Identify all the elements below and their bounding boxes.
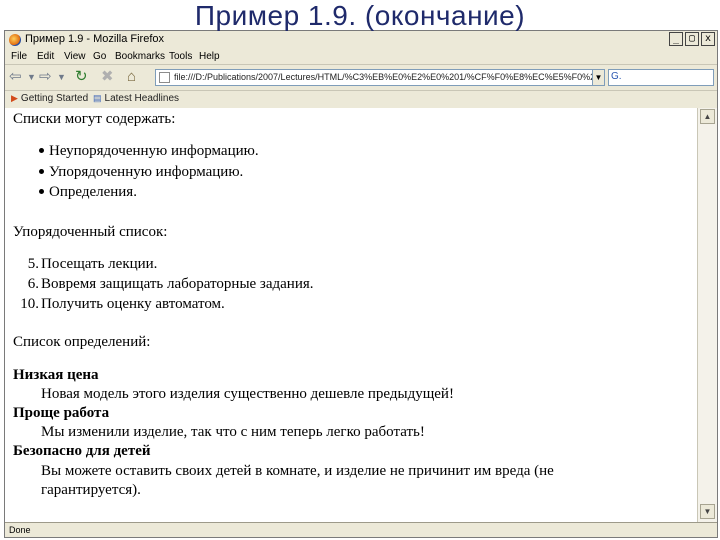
address-text: file:///D:/Publications/2007/Lectures/HT… — [174, 72, 593, 82]
back-icon[interactable]: ⇦ — [9, 68, 22, 86]
bullet-icon — [39, 169, 44, 174]
scroll-up-icon[interactable]: ▲ — [700, 109, 715, 124]
page-icon — [159, 72, 170, 83]
list-item: Получить оценку автоматом. — [41, 296, 225, 312]
menu-edit[interactable]: Edit — [37, 51, 54, 62]
forward-icon[interactable]: ⇨ — [39, 68, 52, 86]
bookmark-latest-headlines[interactable]: ▤ Latest Headlines — [93, 93, 179, 104]
definition-description: Мы изменили изделие, так что с ним тепер… — [41, 424, 425, 440]
status-text: Done — [9, 525, 31, 535]
minimize-button[interactable]: _ — [669, 32, 683, 46]
bullet-icon — [39, 189, 44, 194]
bullet-icon — [39, 148, 44, 153]
address-bar[interactable]: file:///D:/Publications/2007/Lectures/HT… — [155, 69, 593, 86]
scroll-down-icon[interactable]: ▼ — [700, 504, 715, 519]
menu-view[interactable]: View — [64, 51, 86, 62]
maximize-button[interactable]: ▢ — [685, 32, 699, 46]
bookmark-getting-started[interactable]: ▶ Getting Started — [11, 93, 88, 104]
vertical-scrollbar[interactable]: ▲ ▼ — [697, 108, 717, 522]
slide-title: Пример 1.9. (окончание) — [194, 0, 526, 31]
definition-term: Безопасно для детей — [13, 443, 151, 459]
rss-icon: ▤ — [93, 93, 102, 103]
list-item: Определения. — [13, 184, 313, 202]
list-item: Вовремя защищать лабораторные задания. — [41, 276, 314, 292]
home-icon[interactable]: ⌂ — [127, 68, 136, 86]
search-input[interactable]: G. — [608, 69, 714, 86]
bookmark-label: Getting Started — [20, 93, 89, 104]
intro-text: Списки могут содержать: — [13, 111, 176, 127]
definition-description: гарантируется). — [41, 482, 141, 498]
navigation-toolbar: ⇦ ▼ ⇨ ▼ ↻ ✖ ⌂ file:///D:/Publications/20… — [5, 64, 717, 91]
window-titlebar: Пример 1.9 - Mozilla Firefox _ ▢ x — [5, 31, 717, 49]
list-item: Упорядоченную информацию. — [13, 164, 313, 182]
back-dropdown-icon[interactable]: ▼ — [27, 68, 36, 86]
list-item: Неупорядоченную информацию. — [13, 143, 313, 161]
definition-term: Низкая цена — [13, 367, 99, 383]
bookmarks-toolbar: ▶ Getting Started ▤ Latest Headlines — [5, 90, 717, 109]
firefox-icon — [9, 34, 21, 46]
ordered-list-title: Упорядоченный список: — [13, 224, 168, 240]
address-dropdown-button[interactable]: ▼ — [592, 69, 605, 86]
menu-bar: File Edit View Go Bookmarks Tools Help — [5, 49, 717, 64]
bookmark-label: Latest Headlines — [104, 93, 180, 104]
definition-description: Вы можете оставить своих детей в комнате… — [41, 463, 554, 479]
status-bar: Done — [5, 522, 717, 537]
list-number: 10. — [20, 296, 39, 312]
menu-tools[interactable]: Tools — [169, 51, 192, 62]
list-item: Посещать лекции. — [41, 256, 158, 272]
stop-icon[interactable]: ✖ — [101, 68, 114, 86]
reload-icon[interactable]: ↻ — [75, 68, 88, 86]
menu-file[interactable]: File — [11, 51, 27, 62]
definition-list-title: Список определений: — [13, 334, 151, 350]
definition-term: Проще работа — [13, 405, 110, 421]
menu-help[interactable]: Help — [199, 51, 220, 62]
window-title: Пример 1.9 - Mozilla Firefox — [25, 33, 164, 45]
forward-dropdown-icon[interactable]: ▼ — [57, 68, 66, 86]
menu-go[interactable]: Go — [93, 51, 106, 62]
menu-bookmarks[interactable]: Bookmarks — [115, 51, 165, 62]
bookmark-icon: ▶ — [11, 93, 18, 103]
list-number: 5. — [27, 256, 39, 272]
browser-window: Пример 1.9 - Mozilla Firefox _ ▢ x File … — [4, 30, 718, 538]
close-button[interactable]: x — [701, 32, 715, 46]
search-engine-icon[interactable]: G. — [611, 71, 622, 82]
definition-description: Новая модель этого изделия существенно д… — [41, 386, 454, 402]
page-content: Списки могут содержать: Неупорядоченную … — [5, 108, 697, 522]
list-number: 6. — [27, 276, 39, 292]
